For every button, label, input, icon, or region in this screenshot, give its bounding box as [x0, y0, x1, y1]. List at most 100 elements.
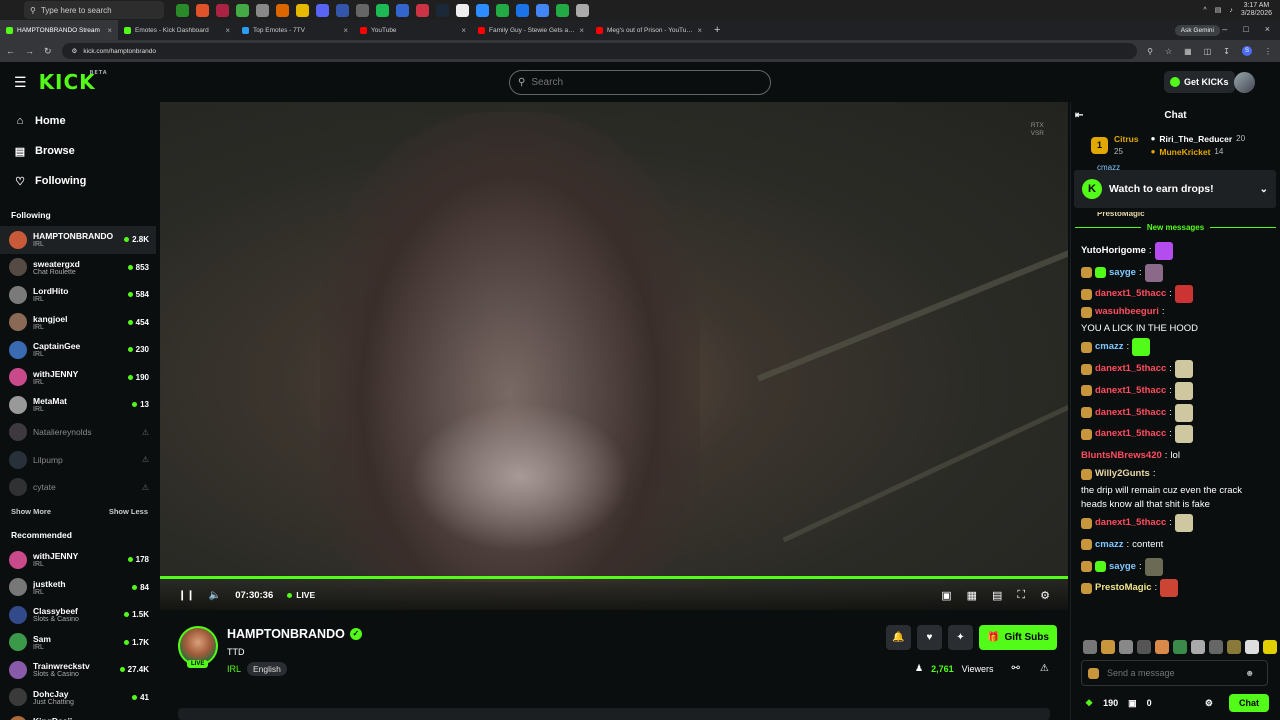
sidebar-channel[interactable]: Lilpump ⚠	[0, 446, 156, 474]
close-window-icon[interactable]: ×	[1265, 24, 1270, 34]
leader-name[interactable]: MuneKricket	[1159, 147, 1210, 157]
sidebar-channel[interactable]: Sam IRL 1.7K	[0, 629, 156, 657]
nav-home[interactable]: ⌂ Home	[0, 106, 156, 136]
show-less-button[interactable]: Show Less	[109, 507, 148, 516]
chat-username[interactable]: danext1_5thacc	[1095, 406, 1166, 420]
emote-icon[interactable]	[1137, 640, 1151, 654]
emote-icon[interactable]	[1119, 640, 1133, 654]
chevron-down-icon[interactable]: ⌄	[1260, 184, 1268, 195]
app-icon[interactable]	[256, 3, 269, 17]
play-icon[interactable]	[496, 3, 509, 17]
chat-username[interactable]: PrestoMagic	[1095, 581, 1152, 595]
sidebar-channel[interactable]: withJENNY IRL 178	[0, 546, 156, 574]
nav-following[interactable]: ♡ Following	[0, 166, 156, 196]
discord-icon[interactable]	[316, 3, 329, 17]
volume-icon[interactable]: 🔈	[209, 590, 221, 601]
zoom-icon[interactable]: ⚲	[1147, 47, 1153, 56]
app-icon[interactable]	[236, 3, 249, 17]
maximize-icon[interactable]: □	[1243, 24, 1248, 34]
hamburger-menu-icon[interactable]: ☰	[14, 74, 27, 91]
back-icon[interactable]: ←	[6, 46, 15, 56]
streamer-name[interactable]: HAMPTONBRANDO	[227, 627, 345, 641]
emote-icon[interactable]	[1263, 640, 1277, 654]
sidebar-channel[interactable]: CaptainGee IRL 230	[0, 336, 156, 364]
app-icon[interactable]	[276, 3, 289, 17]
chat-input[interactable]	[1107, 668, 1237, 678]
emote-icon[interactable]	[1155, 640, 1169, 654]
emote-icon[interactable]	[1245, 640, 1259, 654]
chat-username[interactable]: YutoHorigome	[1081, 244, 1146, 258]
close-tab-icon[interactable]: ×	[579, 26, 584, 35]
emote-icon[interactable]	[1191, 640, 1205, 654]
chat-username[interactable]: danext1_5thacc	[1095, 516, 1166, 530]
play-icon[interactable]	[556, 3, 569, 17]
sidepanel-icon[interactable]: ◫	[1204, 47, 1212, 56]
menu-dots-icon[interactable]: ⋮	[1264, 47, 1272, 56]
emote-icon[interactable]	[1173, 640, 1187, 654]
clip-icon[interactable]: ▦	[967, 589, 977, 602]
emote-icon[interactable]	[1209, 640, 1223, 654]
chat-username[interactable]: cmazz	[1095, 538, 1124, 552]
app-icon[interactable]	[416, 3, 429, 17]
forward-icon[interactable]: →	[25, 46, 34, 56]
xbox-icon[interactable]	[176, 3, 189, 17]
profile-avatar[interactable]: S	[1242, 46, 1252, 56]
video-player[interactable]: RTX VSR ❙❙ 🔈 07:30:36 LIVE ▣ ▦ ▤ ⛶ ⚙	[160, 102, 1068, 610]
theater-mode-icon[interactable]: ▤	[992, 589, 1002, 602]
box-icon[interactable]: ▣	[1128, 698, 1137, 709]
chat-username[interactable]: danext1_5thacc	[1095, 287, 1166, 301]
app-icon[interactable]	[476, 3, 489, 17]
folder-icon[interactable]	[296, 3, 309, 17]
reload-icon[interactable]: ↻	[44, 46, 52, 57]
site-info-icon[interactable]: ⚙	[72, 47, 78, 55]
chrome-icon[interactable]	[536, 3, 549, 17]
browser-tab[interactable]: YouTube ×	[354, 20, 472, 40]
sparkle-button[interactable]: ✦	[948, 625, 973, 650]
url-field[interactable]: ⚙ kick.com/hamptonbrando	[61, 43, 1138, 59]
leader-name[interactable]: Riri_The_Reducer	[1159, 134, 1232, 144]
sidebar-channel[interactable]: Trainwreckstv Slots & Casino 27.4K	[0, 656, 156, 684]
minimize-icon[interactable]: –	[1222, 24, 1227, 34]
sidebar-channel[interactable]: MetaMat IRL 13	[0, 391, 156, 419]
app-icon[interactable]	[396, 3, 409, 17]
sidebar-channel[interactable]: HAMPTONBRANDO IRL 2.8K	[0, 226, 156, 254]
chat-identity-icon[interactable]	[1088, 667, 1099, 679]
stream-category[interactable]: IRL	[227, 664, 241, 674]
notification-bell-button[interactable]: 🔔	[886, 625, 911, 650]
user-avatar[interactable]	[1234, 72, 1255, 93]
extensions-icon[interactable]: ▦	[1184, 47, 1192, 56]
emote-icon[interactable]	[1101, 640, 1115, 654]
network-icon[interactable]: ▤	[1215, 6, 1222, 14]
settings-gear-icon[interactable]: ⚙	[1040, 589, 1050, 602]
sidebar-channel[interactable]: withJENNY IRL 190	[0, 364, 156, 392]
get-kicks-button[interactable]: Get KICKs	[1164, 71, 1235, 93]
sidebar-channel[interactable]: justketh IRL 84	[0, 574, 156, 602]
search-input[interactable]	[531, 77, 752, 88]
browser-tab[interactable]: Meg's out of Prison - YouTube ×	[590, 20, 708, 40]
sidebar-channel[interactable]: cytate ⚠	[0, 474, 156, 502]
sidebar-channel[interactable]: KingDeejiIRL28	[0, 711, 156, 720]
chat-username[interactable]: danext1_5thacc	[1095, 362, 1166, 376]
browser-tab[interactable]: Family Guy - Stewie Gets a job ×	[472, 20, 590, 40]
leader-name[interactable]: Citrus	[1114, 134, 1139, 144]
emote-icon[interactable]	[1083, 640, 1097, 654]
collapse-chat-icon[interactable]: ⇤	[1075, 110, 1083, 121]
bookmark-star-icon[interactable]: ☆	[1165, 47, 1172, 56]
close-tab-icon[interactable]: ×	[225, 26, 230, 35]
app-icon[interactable]	[216, 3, 229, 17]
chat-username[interactable]: sayge	[1109, 560, 1136, 574]
taskbar-search[interactable]: ⚲ Type here to search	[24, 1, 164, 19]
site-search[interactable]: ⚲	[509, 70, 771, 95]
chat-settings-icon[interactable]: ⚙	[1205, 698, 1213, 709]
chat-username[interactable]: sayge	[1109, 266, 1136, 280]
sidebar-channel[interactable]: LordHito IRL 584	[0, 281, 156, 309]
show-more-button[interactable]: Show More	[11, 507, 51, 516]
spotify-icon[interactable]	[376, 3, 389, 17]
miniplayer-icon[interactable]: ▣	[941, 589, 951, 602]
send-chat-button[interactable]: Chat	[1229, 694, 1269, 712]
gift-subs-button[interactable]: 🎁 Gift Subs	[979, 625, 1057, 650]
close-tab-icon[interactable]: ×	[461, 26, 466, 35]
app-icon[interactable]	[336, 3, 349, 17]
chat-username[interactable]: danext1_5thacc	[1095, 384, 1166, 398]
settings-icon[interactable]	[576, 3, 589, 17]
